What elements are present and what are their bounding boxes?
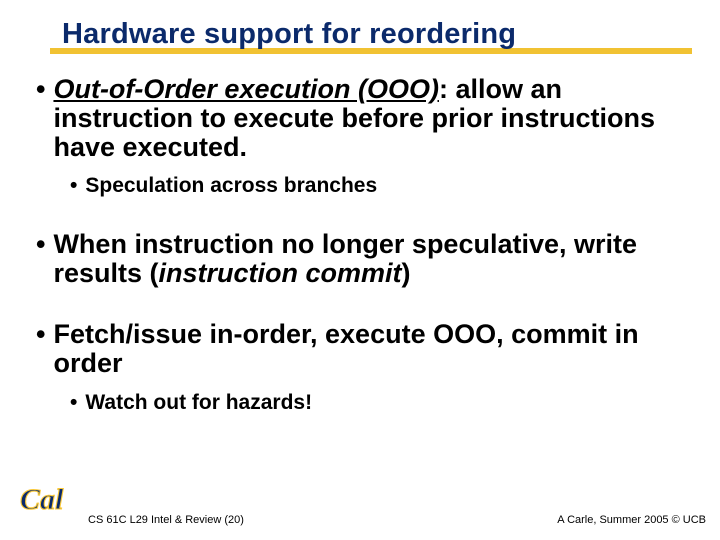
cal-logo-text: Cal (20, 483, 64, 516)
footer-left: CS 61C L29 Intel & Review (20) (88, 514, 244, 526)
footer: Cal CS 61C L29 Intel & Review (20) A Car… (0, 476, 720, 532)
bullet-glyph: • (36, 75, 45, 103)
slide-title: Hardware support for reordering (62, 18, 720, 51)
commit-post: ) (402, 258, 411, 288)
spacer (36, 288, 684, 310)
ooo-lead: Out-of-Order execution (OOO) (53, 74, 439, 104)
cal-logo: Cal (18, 479, 78, 524)
commit-ital: instruction commit (159, 258, 402, 288)
bullet-glyph: • (70, 391, 77, 414)
bullet-glyph: • (36, 230, 45, 258)
bullet-ooo: • Out-of-Order execution (OOO): allow an… (36, 75, 684, 162)
bullet-glyph: • (70, 174, 77, 197)
bullet-text: Speculation across branches (85, 174, 377, 198)
bullet-text: Watch out for hazards! (85, 391, 312, 415)
bullet-inorder: • Fetch/issue in-order, execute OOO, com… (36, 320, 684, 378)
bullet-text: Fetch/issue in-order, execute OOO, commi… (53, 320, 684, 378)
bullet-text: When instruction no longer speculative, … (53, 230, 684, 288)
bullet-hazards: • Watch out for hazards! (70, 391, 684, 415)
footer-right: A Carle, Summer 2005 © UCB (557, 514, 706, 526)
bullet-text: Out-of-Order execution (OOO): allow an i… (53, 75, 684, 162)
bullet-speculation: • Speculation across branches (70, 174, 684, 198)
slide: Hardware support for reordering • Out-of… (0, 0, 720, 540)
spacer (36, 198, 684, 220)
bullet-glyph: • (36, 320, 45, 348)
cal-logo-svg: Cal (18, 479, 78, 519)
bullet-commit: • When instruction no longer speculative… (36, 230, 684, 288)
body: • Out-of-Order execution (OOO): allow an… (0, 51, 720, 414)
title-area: Hardware support for reordering (0, 0, 720, 51)
